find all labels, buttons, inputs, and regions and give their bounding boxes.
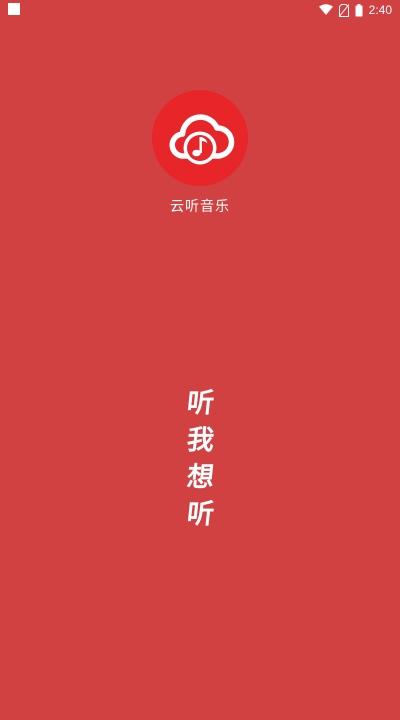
no-sim-icon [338, 3, 349, 17]
notification-icon [8, 3, 20, 15]
wifi-icon [318, 4, 333, 15]
slogan: 听 我 想 听 [0, 385, 400, 533]
slogan-char: 听 [184, 499, 216, 530]
app-logo [152, 90, 248, 186]
app-name-label: 云听音乐 [170, 199, 230, 215]
cloud-music-note-icon [152, 90, 248, 186]
status-time: 2:40 [368, 3, 392, 17]
battery-icon [355, 3, 363, 16]
slogan-char: 我 [184, 425, 216, 456]
slogan-char: 听 [184, 388, 216, 419]
status-icons: 2:40 [318, 1, 392, 19]
status-bar: 2:40 [0, 0, 400, 20]
slogan-char: 想 [184, 462, 216, 493]
